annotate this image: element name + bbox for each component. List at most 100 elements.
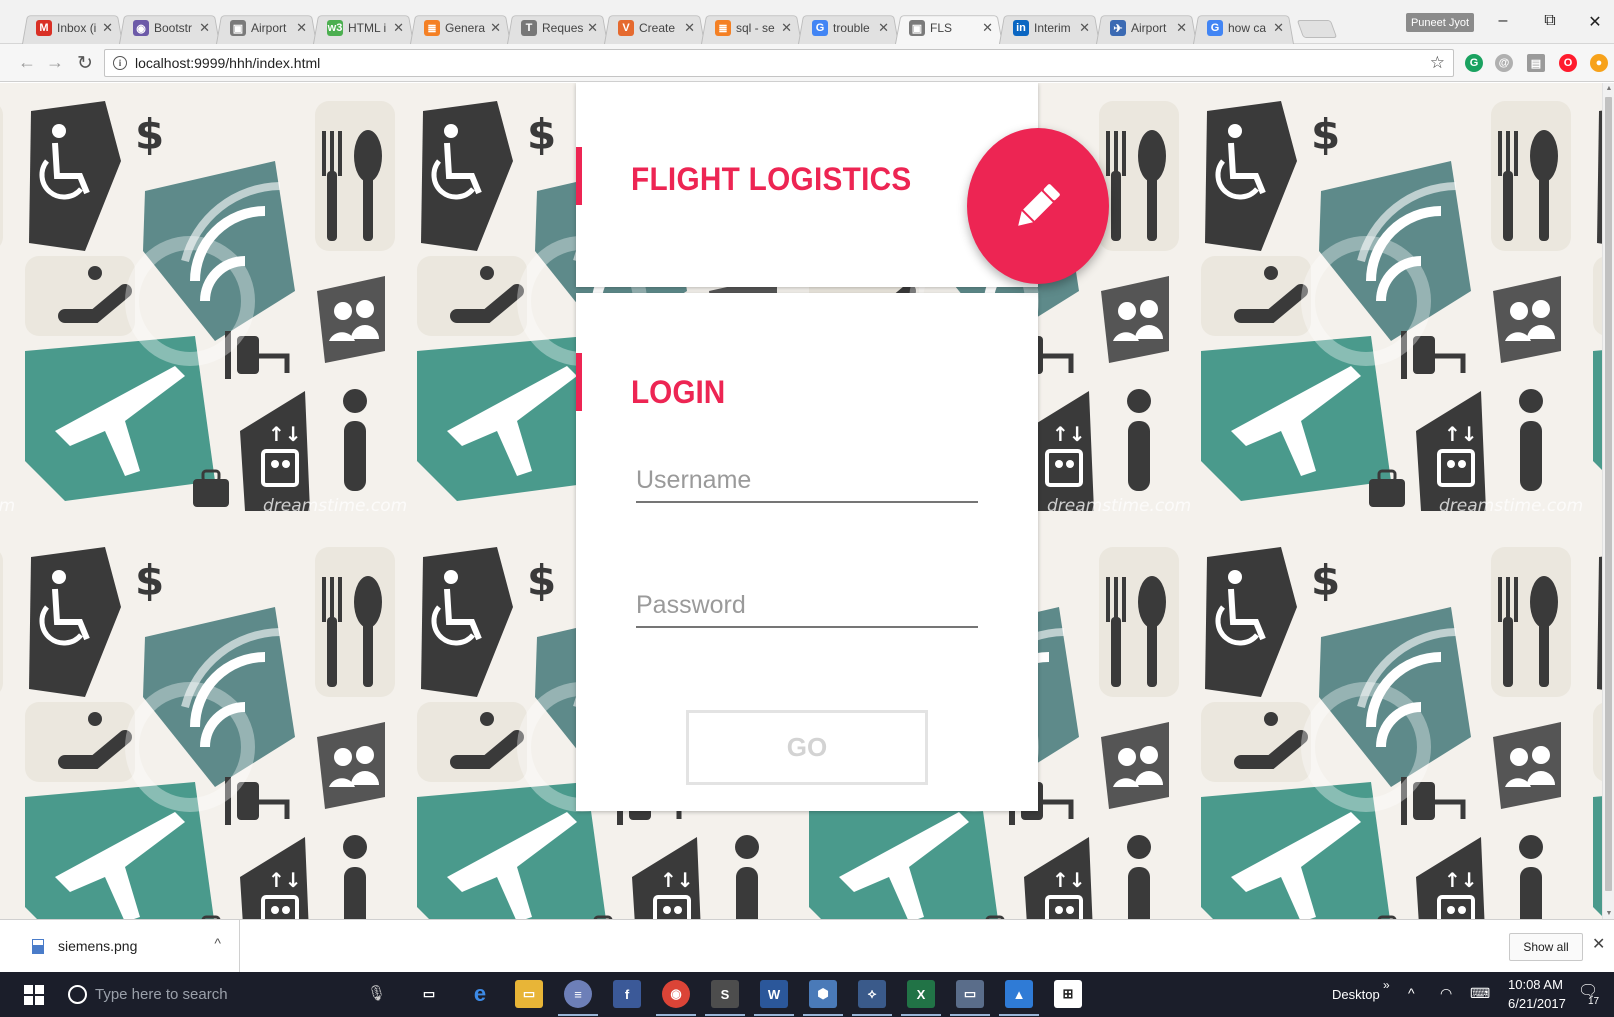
close-tab-icon[interactable]: ✕ [199,20,210,36]
google-icon: G [1207,20,1223,36]
facebook-icon[interactable]: f [613,980,641,1008]
page-scrollbar[interactable]: ▲ ▼ [1602,83,1614,919]
wifi-icon[interactable]: ◠ [1440,985,1452,1002]
close-tab-icon[interactable]: ✕ [393,20,404,36]
opera-extension-icon[interactable]: O [1559,54,1577,72]
windows-logo-icon [24,985,44,1005]
clock-time[interactable]: 10:08 AM [1508,977,1563,992]
scroll-up-icon[interactable]: ▲ [1604,85,1614,92]
close-tab-icon[interactable]: ✕ [1273,20,1284,36]
file-explorer-icon[interactable]: ▭ [515,980,543,1008]
linkedin-icon: in [1013,20,1029,36]
pencil-icon [1018,184,1060,226]
browser-tab[interactable]: T Reques ✕ [507,12,608,44]
task-view-icon[interactable]: ▭ [415,980,443,1008]
profile-button[interactable]: Puneet Jyot [1406,13,1474,32]
start-button[interactable] [14,980,54,1010]
reload-icon[interactable]: ↻ [74,52,96,75]
virtualbox-icon[interactable]: ⬢ [803,980,843,1016]
forward-icon[interactable]: → [44,52,66,73]
tab-list: M Inbox (i ✕ ◉ Bootstr ✕ ▣ Airport ✕ w3 HTML i ✕ ≣ Ge… [22,12,1334,44]
close-tab-icon[interactable]: ✕ [102,20,113,36]
browser-tab[interactable]: Ghow ca ✕ [1193,12,1294,44]
close-tab-icon[interactable]: ✕ [1176,20,1187,36]
close-tab-icon[interactable]: ✕ [296,20,307,36]
close-tab-icon[interactable]: ✕ [781,20,792,36]
username-input[interactable] [636,447,978,501]
browser-tab-title: HTML i [348,21,387,35]
mysql-workbench-icon[interactable]: ⟡ [852,980,892,1016]
close-tab-icon[interactable]: ✕ [878,20,889,36]
browser-tab[interactable]: V Create ✕ [604,12,705,44]
edit-fab-button[interactable] [967,128,1109,284]
pdf-extension-icon[interactable]: ▤ [1527,54,1545,72]
browser-tab-title: how ca [1228,21,1267,35]
close-tab-icon[interactable]: ✕ [587,20,598,36]
browser-tab-title: Inbox (i [57,21,97,35]
address-bar[interactable]: i ☆ [104,49,1454,77]
taskbar-search[interactable]: Type here to search 🎙 [60,976,400,1013]
maximize-icon[interactable]: ⧉ [1535,12,1565,30]
grammarly-extension-icon[interactable]: G [1465,54,1483,72]
notification-count: 17 [1588,996,1600,1007]
browser-tab-title: sql - se [736,21,775,35]
browser-tab[interactable]: ▣ FLS ✕ [895,12,1003,44]
show-all-button[interactable]: Show all [1509,933,1583,961]
browser-tab[interactable]: M Inbox (i ✕ [22,12,123,44]
sublime-text-icon[interactable]: S [705,980,745,1016]
browser-tab[interactable]: in Interim ✕ [999,12,1100,44]
taskbar-search-placeholder: Type here to search [95,986,228,1003]
back-icon[interactable]: ← [16,52,38,73]
edge-icon[interactable]: e [466,980,494,1008]
brand-title: FLIGHT LOGISTICS [631,161,912,197]
close-download-bar-icon[interactable]: ✕ [1592,934,1605,954]
go-button[interactable]: GO [686,710,928,785]
browser-tab[interactable]: ≣ sql - se ✕ [701,12,802,44]
close-tab-icon[interactable]: ✕ [490,20,501,36]
microphone-icon[interactable]: 🎙 [367,984,386,1002]
download-file-name: siemens.png [58,938,138,954]
close-tab-icon[interactable]: ✕ [982,20,993,36]
browser-tab[interactable]: ✈ Airport ✕ [1096,12,1197,44]
gmail-icon: M [36,20,52,36]
word-icon[interactable]: W [754,980,794,1016]
browser-tab[interactable]: Gtrouble ✕ [798,12,899,44]
excel-icon[interactable]: X [901,980,941,1016]
google-icon: G [812,20,828,36]
browser-tab[interactable]: w3 HTML i ✕ [313,12,414,44]
url-input[interactable] [135,55,1335,71]
password-input[interactable] [636,572,978,626]
close-tab-icon[interactable]: ✕ [1079,20,1090,36]
chrome-icon[interactable]: ◉ [656,980,696,1016]
download-bar: siemens.png ^ Show all ✕ [0,919,1614,972]
scrollbar-thumb[interactable] [1605,97,1612,891]
close-window-icon[interactable]: ✕ [1580,12,1610,32]
page-viewport: $ [0,83,1614,919]
bookmark-star-icon[interactable]: ☆ [1430,53,1445,73]
download-item[interactable]: siemens.png ^ [10,920,240,972]
info-icon[interactable]: i [113,56,127,70]
desktop-app-icon[interactable]: ▭ [950,980,990,1016]
new-tab-button[interactable] [1300,20,1334,38]
cortana-icon [68,985,87,1004]
scroll-down-icon[interactable]: ▼ [1604,910,1614,917]
chevron-up-icon[interactable]: ^ [214,935,221,951]
desktop-toolbar-label[interactable]: Desktop [1332,987,1380,1002]
stackoverflow-icon: ≣ [424,20,440,36]
close-tab-icon[interactable]: ✕ [684,20,695,36]
store-icon[interactable]: ⊞ [1054,980,1082,1008]
at-extension-icon[interactable]: @ [1495,54,1513,72]
browser-tab-title: trouble [833,21,870,35]
keyboard-icon[interactable]: ⌨ [1470,985,1490,1002]
browser-tab[interactable]: ◉ Bootstr ✕ [119,12,220,44]
honey-extension-icon[interactable]: ● [1590,54,1608,72]
browser-tab[interactable]: ≣ Genera ✕ [410,12,511,44]
browser-tab[interactable]: ▣ Airport ✕ [216,12,317,44]
eclipse-icon[interactable]: ≡ [558,980,598,1016]
chevron-up-icon[interactable]: ^ [1408,985,1415,1001]
photos-icon[interactable]: ▲ [999,980,1039,1016]
bootstrap-icon: ◉ [133,20,149,36]
clock-date[interactable]: 6/21/2017 [1508,996,1566,1011]
chevron-right-double-icon[interactable]: » [1383,978,1390,992]
minimize-icon[interactable]: – [1488,12,1518,30]
